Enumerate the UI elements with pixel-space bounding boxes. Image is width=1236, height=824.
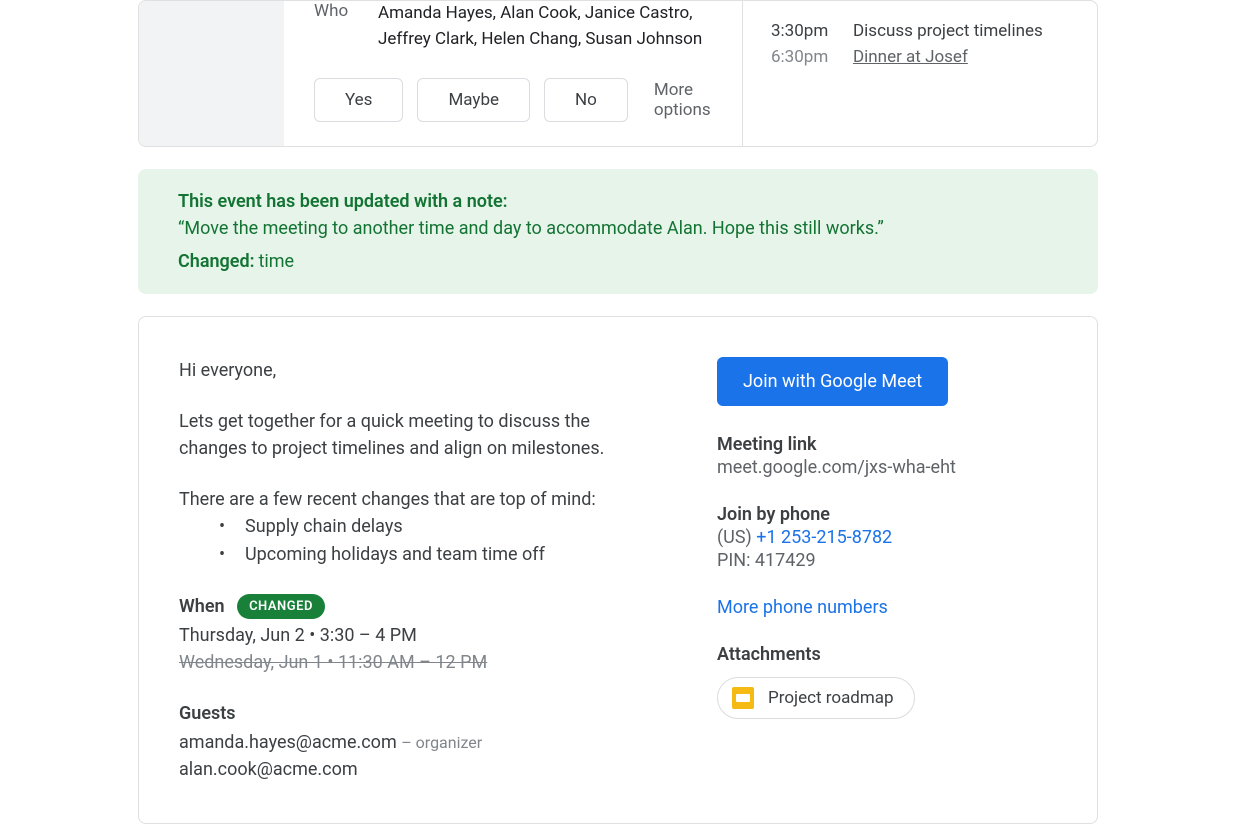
google-slides-icon (732, 687, 754, 709)
agenda-time: 6:30pm (771, 47, 831, 67)
join-google-meet-button[interactable]: Join with Google Meet (717, 357, 948, 406)
phone-pin: PIN: 417429 (717, 550, 1057, 571)
meeting-link-value[interactable]: meet.google.com/jxs-wha-eht (717, 457, 1057, 478)
who-names: Amanda Hayes, Alan Cook, Janice Castro, … (378, 1, 712, 52)
description-para: There are a few recent changes that are … (179, 486, 657, 513)
agenda-title[interactable]: Dinner at Josef (853, 47, 968, 67)
attachments-label: Attachments (717, 644, 1057, 665)
description-bullet: Supply chain delays (219, 513, 657, 541)
description-para: Lets get together for a quick meeting to… (179, 408, 657, 462)
rsvp-no-button[interactable]: No (544, 78, 628, 122)
rsvp-more-options[interactable]: More options (654, 80, 712, 120)
event-date-block (139, 1, 284, 146)
event-details-card: Hi everyone, Lets get together for a qui… (138, 316, 1098, 824)
guest-email: amanda.hayes@acme.com (179, 732, 397, 753)
rsvp-yes-button[interactable]: Yes (314, 78, 403, 122)
meeting-link-label: Meeting link (717, 434, 1057, 455)
attachment-name: Project roadmap (768, 688, 894, 708)
guest-email: alan.cook@acme.com (179, 759, 358, 780)
agenda-title[interactable]: Discuss project timelines (853, 21, 1043, 41)
update-changed-label: Changed: (178, 251, 255, 272)
guests-label: Guests (179, 700, 657, 727)
agenda-time: 3:30pm (771, 21, 831, 41)
when-label: When (179, 592, 225, 617)
phone-region: (US) (717, 527, 752, 548)
event-invite-card: Who Amanda Hayes, Alan Cook, Janice Cast… (138, 0, 1098, 147)
guest-role: – organizer (401, 733, 482, 752)
who-label: Who (314, 1, 354, 52)
when-old-value: Wednesday, Jun 1 • 11:30 AM – 12 PM (179, 649, 657, 676)
attachment-chip[interactable]: Project roadmap (717, 677, 915, 719)
description-greeting: Hi everyone, (179, 357, 657, 384)
agenda-panel: 10am Offline product - UX wkly 3:30pm Di… (742, 1, 1097, 146)
more-phone-numbers-link[interactable]: More phone numbers (717, 597, 888, 618)
update-notice: This event has been updated with a note:… (138, 169, 1098, 294)
phone-number[interactable]: +1 253-215-8782 (756, 527, 892, 548)
guest-row: amanda.hayes@acme.com – organizer (179, 729, 657, 756)
update-note: “Move the meeting to another time and da… (178, 218, 1058, 239)
update-heading: This event has been updated with a note: (178, 191, 1058, 212)
when-new-value: Thursday, Jun 2 • 3:30 – 4 PM (179, 622, 657, 649)
rsvp-maybe-button[interactable]: Maybe (417, 78, 530, 122)
update-changed-value: time (258, 251, 294, 272)
changed-badge: CHANGED (237, 594, 325, 620)
join-by-phone-label: Join by phone (717, 504, 1057, 525)
description-bullet: Upcoming holidays and team time off (219, 541, 657, 569)
